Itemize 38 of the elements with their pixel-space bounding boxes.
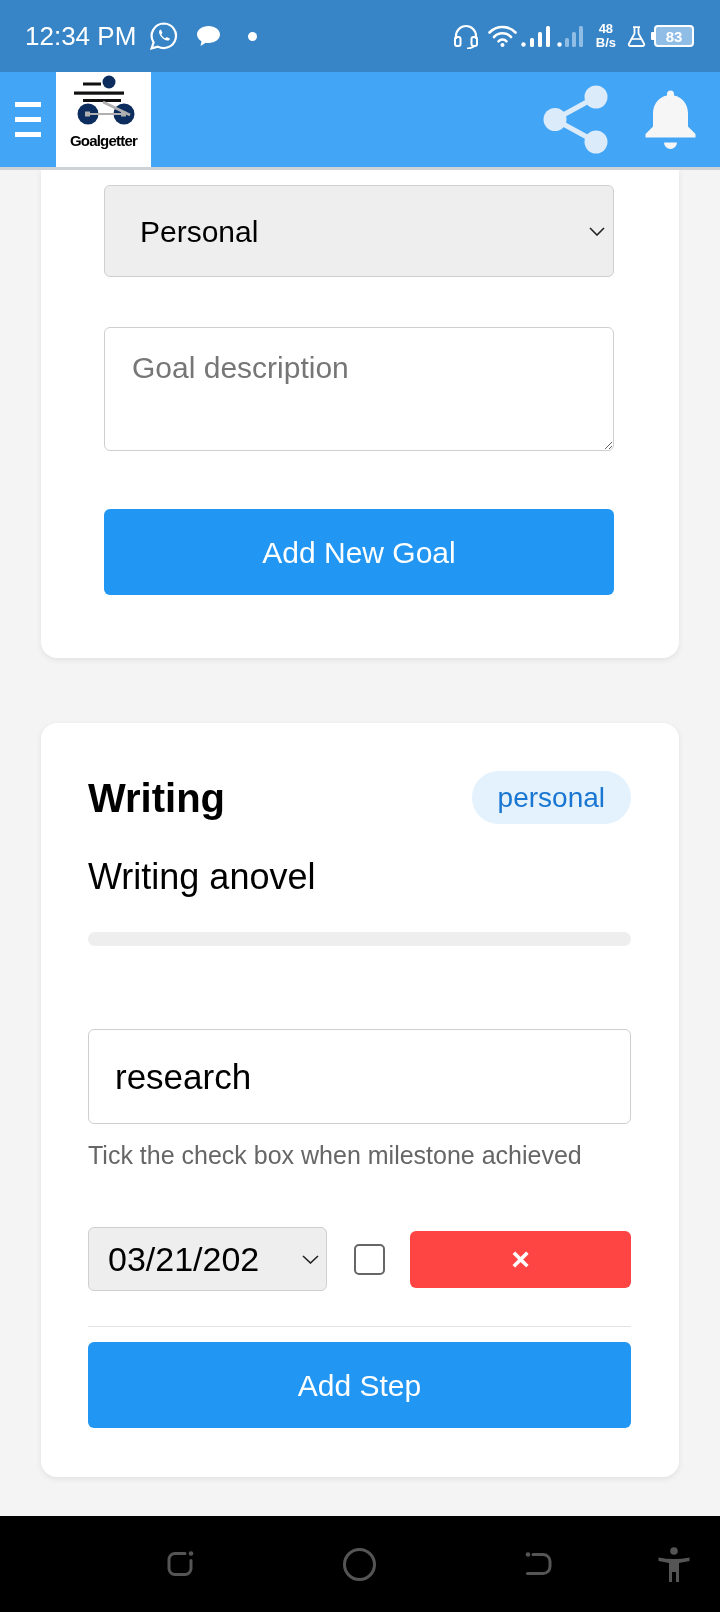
step-hint: Tick the check box when milestone achieved xyxy=(88,1140,583,1170)
notifications-button[interactable] xyxy=(644,89,697,150)
headset-icon xyxy=(452,23,479,49)
goal-title: Writing xyxy=(88,774,225,822)
chevron-down-icon xyxy=(589,226,605,236)
date-select[interactable]: 03/21/202 xyxy=(88,1227,327,1291)
category-select[interactable]: Personal xyxy=(104,185,614,277)
logo-tile[interactable]: Goalgetter xyxy=(56,72,151,167)
battery-indicator: 83 xyxy=(651,25,694,47)
share-button[interactable] xyxy=(543,85,608,154)
goal-description: Writing anovel xyxy=(88,855,317,899)
logo-text: Goalgetter xyxy=(70,133,137,149)
network-speed-value: 48 xyxy=(598,22,614,36)
share-icon xyxy=(543,85,608,154)
flask-icon xyxy=(627,25,646,47)
step-name-field[interactable]: research xyxy=(88,1029,631,1124)
description-field[interactable]: Goal description xyxy=(104,327,614,451)
network-speed-unit: B/s xyxy=(595,36,616,50)
milestone-checkbox[interactable] xyxy=(354,1243,385,1275)
chevron-down-icon xyxy=(302,1254,319,1264)
accessibility-button[interactable] xyxy=(658,1546,690,1582)
signal-bars-icon xyxy=(520,25,551,47)
category-tag: personal xyxy=(471,771,631,824)
menu-button[interactable] xyxy=(15,102,41,137)
notification-dot-icon xyxy=(248,31,258,41)
wifi-icon xyxy=(487,25,517,47)
status-time: 12:34 PM xyxy=(25,21,137,51)
menu-icon xyxy=(15,102,41,137)
bell-icon xyxy=(644,89,697,150)
recent-apps-button[interactable] xyxy=(165,1549,195,1579)
home-circle-icon xyxy=(343,1547,376,1581)
chat-phone-icon xyxy=(150,22,179,50)
recent-apps-icon xyxy=(165,1549,195,1579)
home-button[interactable] xyxy=(343,1547,376,1581)
message-bubble-icon xyxy=(196,25,222,47)
accessibility-person-icon xyxy=(658,1546,690,1582)
logo-drawing xyxy=(72,75,135,125)
signal-bars-icon xyxy=(556,25,584,47)
